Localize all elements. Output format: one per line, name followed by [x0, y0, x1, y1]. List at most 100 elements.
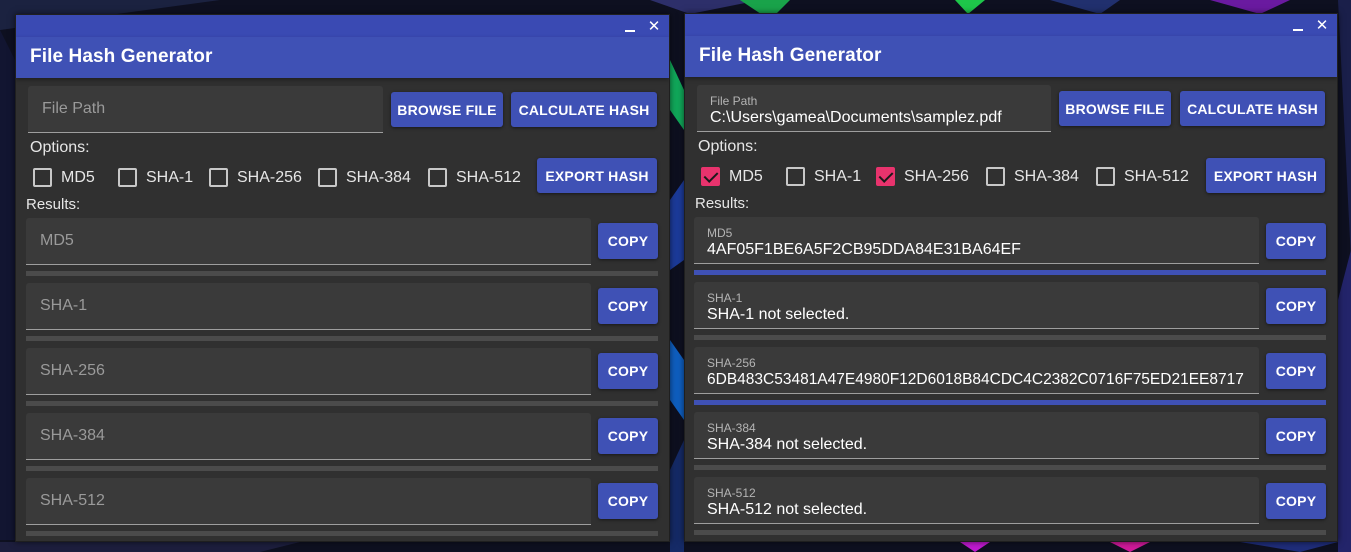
calculate-hash-button[interactable]: CALCULATE HASH — [511, 92, 657, 127]
copy-sha512-button[interactable]: COPY — [598, 483, 658, 519]
checkbox-checked-icon — [701, 167, 720, 186]
md5-checkbox-label: MD5 — [729, 167, 763, 185]
sha1-checkbox[interactable]: SHA-1 — [118, 168, 193, 187]
sha512-checkbox-label: SHA-512 — [456, 168, 521, 186]
minimize-icon[interactable] — [1289, 16, 1307, 34]
copy-sha384-button[interactable]: COPY — [1266, 418, 1326, 454]
sha1-result-field[interactable]: SHA-1 — [26, 283, 591, 330]
sha256-result-field[interactable]: SHA-256 6DB483C53481A47E4980F12D6018B84C… — [694, 347, 1259, 394]
copy-sha384-button[interactable]: COPY — [598, 418, 658, 454]
sha256-result-value: 6DB483C53481A47E4980F12D6018B84CDC4C2382… — [707, 371, 1244, 388]
window-titlebar[interactable]: ✕ — [685, 14, 1337, 36]
export-hash-button[interactable]: EXPORT HASH — [1206, 158, 1325, 193]
progress-fill — [694, 270, 1326, 275]
copy-md5-button[interactable]: COPY — [598, 223, 658, 259]
checkbox-box — [318, 168, 337, 187]
md5-result-field[interactable]: MD5 — [26, 218, 591, 265]
hash-window-right: ✕ File Hash Generator File Path C:\Users… — [684, 13, 1338, 542]
close-icon[interactable]: ✕ — [645, 17, 663, 35]
sha384-result-field[interactable]: SHA-384 SHA-384 not selected. — [694, 412, 1259, 459]
copy-sha256-button[interactable]: COPY — [1266, 353, 1326, 389]
window-titlebar[interactable]: ✕ — [16, 15, 669, 37]
sha1-checkbox-label: SHA-1 — [146, 168, 194, 186]
file-path-input[interactable]: File Path — [28, 86, 383, 133]
options-label: Options: — [30, 139, 90, 156]
sha512-result-placeholder: SHA-512 — [40, 492, 105, 509]
copy-sha256-button[interactable]: COPY — [598, 353, 658, 389]
sha256-progress-bar — [694, 400, 1326, 405]
sha1-progress-bar — [26, 336, 658, 341]
sha384-result-field[interactable]: SHA-384 — [26, 413, 591, 460]
sha512-checkbox[interactable]: SHA-512 — [1096, 167, 1189, 186]
checkbox-box — [428, 168, 447, 187]
sha256-checkbox-label: SHA-256 — [237, 168, 302, 186]
sha512-result-field[interactable]: SHA-512 — [26, 478, 591, 525]
sha512-checkbox-label: SHA-512 — [1124, 167, 1189, 185]
sha256-checkbox[interactable]: SHA-256 — [876, 167, 969, 186]
sha256-checkbox[interactable]: SHA-256 — [209, 168, 302, 187]
sha512-progress-bar — [26, 531, 658, 536]
sha384-result-value: SHA-384 not selected. — [707, 436, 868, 453]
sha512-result-value: SHA-512 not selected. — [707, 501, 868, 518]
hash-window-left: ✕ File Hash Generator File Path BROWSE F… — [15, 14, 670, 542]
sha384-checkbox[interactable]: SHA-384 — [318, 168, 411, 187]
sha1-result-value: SHA-1 not selected. — [707, 306, 850, 323]
options-label: Options: — [698, 138, 758, 155]
copy-sha1-button[interactable]: COPY — [598, 288, 658, 324]
copy-md5-button[interactable]: COPY — [1266, 223, 1326, 259]
sha384-checkbox[interactable]: SHA-384 — [986, 167, 1079, 186]
file-path-label: File Path — [710, 94, 758, 108]
md5-progress-bar — [26, 271, 658, 276]
md5-checkbox[interactable]: MD5 — [33, 168, 95, 187]
sha1-progress-bar — [694, 335, 1326, 340]
sha384-checkbox-label: SHA-384 — [1014, 167, 1079, 185]
sha256-checkbox-label: SHA-256 — [904, 167, 969, 185]
sha1-checkbox[interactable]: SHA-1 — [786, 167, 861, 186]
md5-checkbox[interactable]: MD5 — [701, 167, 763, 186]
calculate-hash-button[interactable]: CALCULATE HASH — [1180, 91, 1325, 126]
browse-file-button[interactable]: BROWSE FILE — [391, 92, 503, 127]
file-path-placeholder: File Path — [42, 100, 106, 117]
close-icon[interactable]: ✕ — [1313, 16, 1331, 34]
app-bar: File Hash Generator — [16, 37, 669, 78]
sha256-result-field[interactable]: SHA-256 — [26, 348, 591, 395]
md5-result-value: 4AF05F1BE6A5F2CB95DDA84E31BA64EF — [707, 241, 1021, 258]
checkbox-box — [986, 167, 1005, 186]
sha512-result-field[interactable]: SHA-512 SHA-512 not selected. — [694, 477, 1259, 524]
md5-result-field[interactable]: MD5 4AF05F1BE6A5F2CB95DDA84E31BA64EF — [694, 217, 1259, 264]
copy-sha1-button[interactable]: COPY — [1266, 288, 1326, 324]
copy-sha512-button[interactable]: COPY — [1266, 483, 1326, 519]
sha256-progress-bar — [26, 401, 658, 406]
results-label: Results: — [695, 195, 750, 212]
sha384-progress-bar — [26, 466, 658, 471]
md5-result-label: MD5 — [707, 226, 733, 240]
checkbox-box — [786, 167, 805, 186]
checkbox-box — [118, 168, 137, 187]
sha1-result-placeholder: SHA-1 — [40, 297, 88, 314]
minimize-icon[interactable] — [621, 17, 639, 35]
sha384-result-placeholder: SHA-384 — [40, 427, 105, 444]
sha512-checkbox[interactable]: SHA-512 — [428, 168, 521, 187]
sha512-result-label: SHA-512 — [707, 486, 756, 500]
checkbox-box — [209, 168, 228, 187]
progress-fill — [694, 400, 1326, 405]
browse-file-button[interactable]: BROWSE FILE — [1059, 91, 1171, 126]
app-bar: File Hash Generator — [685, 36, 1337, 77]
sha1-result-field[interactable]: SHA-1 SHA-1 not selected. — [694, 282, 1259, 329]
sha1-result-label: SHA-1 — [707, 291, 743, 305]
export-hash-button[interactable]: EXPORT HASH — [537, 158, 657, 193]
results-label: Results: — [26, 196, 81, 213]
sha384-checkbox-label: SHA-384 — [346, 168, 411, 186]
sha512-progress-bar — [694, 530, 1326, 535]
md5-checkbox-label: MD5 — [61, 168, 95, 186]
app-title: File Hash Generator — [699, 45, 882, 66]
md5-result-placeholder: MD5 — [40, 232, 74, 249]
sha256-result-placeholder: SHA-256 — [40, 362, 105, 379]
checkbox-box — [33, 168, 52, 187]
checkbox-checked-icon — [876, 167, 895, 186]
file-path-input[interactable]: File Path C:\Users\gamea\Documents\sampl… — [697, 85, 1051, 132]
app-title: File Hash Generator — [30, 46, 213, 67]
sha384-progress-bar — [694, 465, 1326, 470]
sha384-result-label: SHA-384 — [707, 421, 756, 435]
file-path-value: C:\Users\gamea\Documents\samplez.pdf — [710, 109, 1002, 126]
